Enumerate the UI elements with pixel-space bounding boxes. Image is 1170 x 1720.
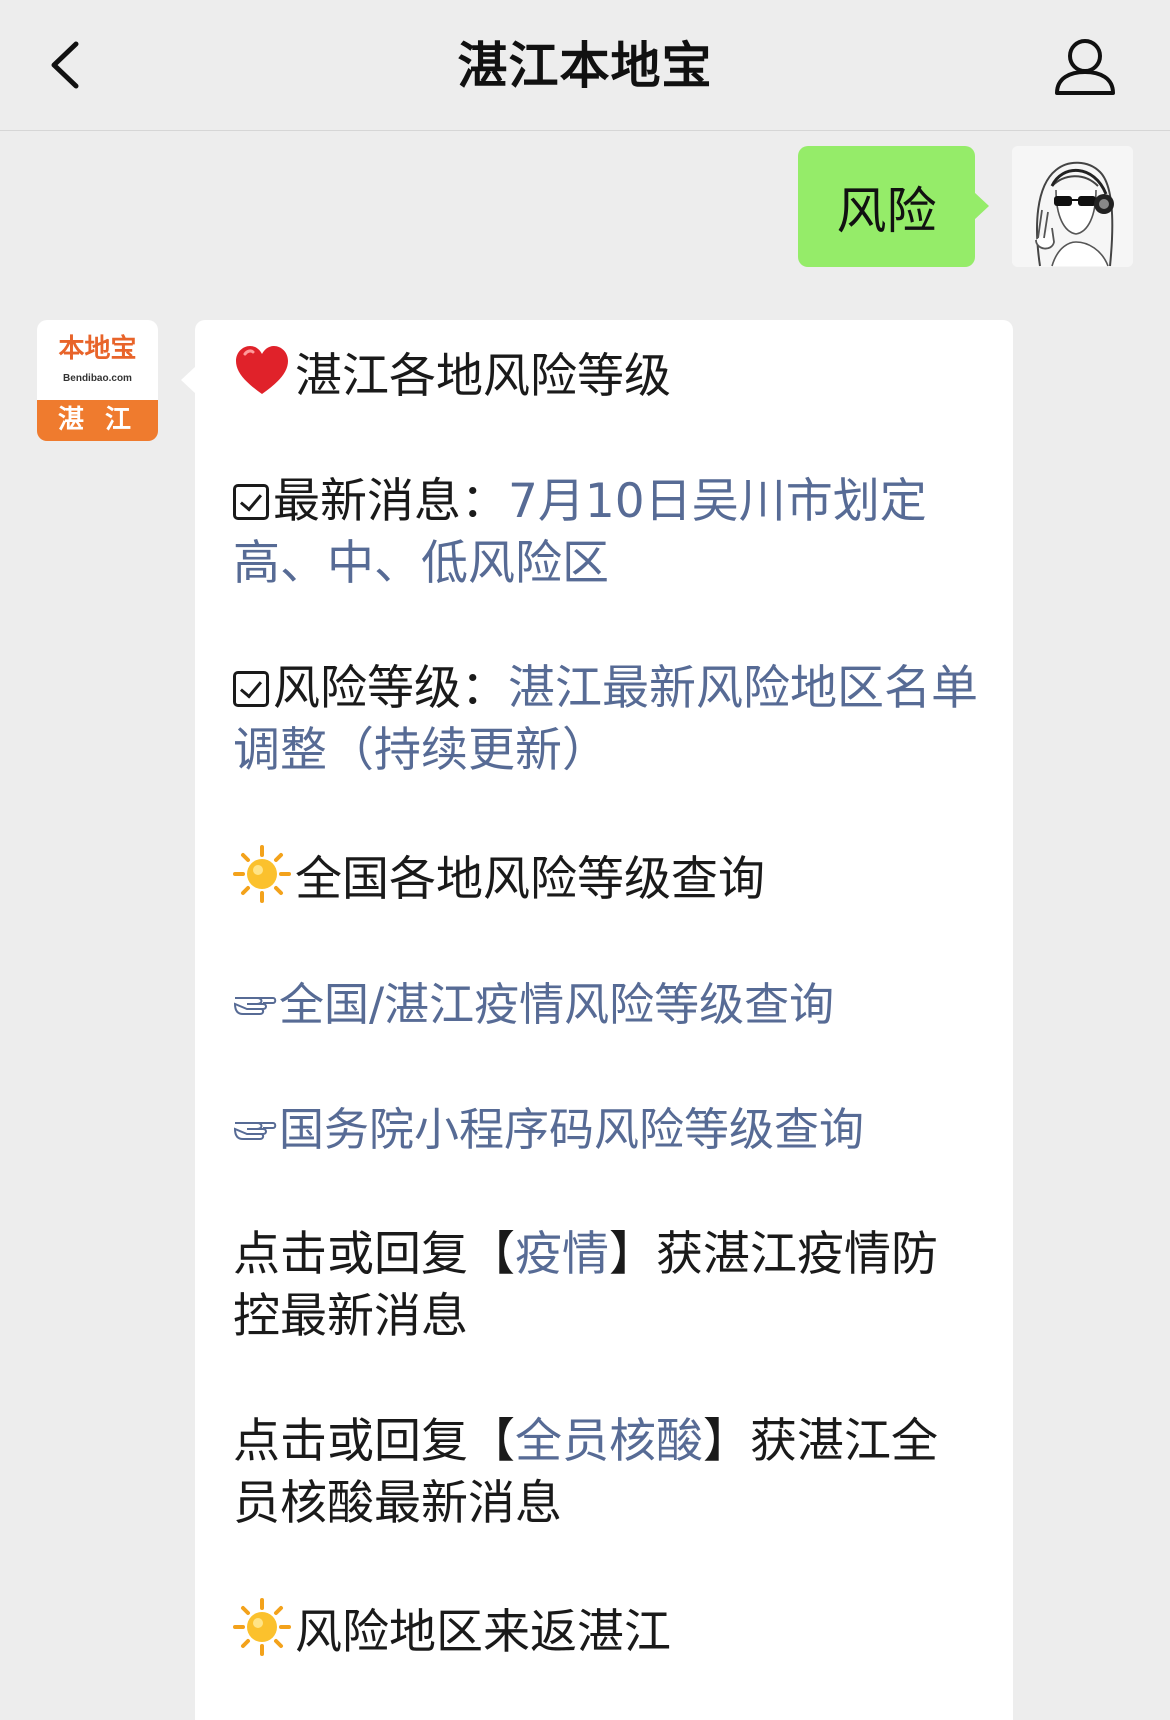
national-risk-query-link[interactable]: 全国/湛江疫情风险等级查询 xyxy=(279,978,834,1031)
pointing-hand-icon xyxy=(233,1122,277,1140)
pointing-hand-icon xyxy=(233,997,277,1015)
checkbox-icon xyxy=(233,671,269,707)
chevron-left-icon xyxy=(51,41,79,89)
profile-button[interactable] xyxy=(1050,32,1120,102)
state-council-link-row: 国务院小程序码风险等级查询 xyxy=(233,1099,983,1161)
outgoing-message-bubble[interactable]: 风险 xyxy=(798,146,989,267)
sun-icon xyxy=(233,1598,291,1656)
incoming-message-bubble: 湛江各地风险等级 最新消息：7月10日吴川市划定高、中、低风险区 风险等级：湛江… xyxy=(181,320,1013,1720)
back-button[interactable] xyxy=(40,34,100,94)
reply-nucleic-prefix: 点击或回复【 xyxy=(233,1414,515,1469)
heart-icon xyxy=(236,346,288,394)
bot-logo-text: 本地宝 xyxy=(58,334,137,364)
reply-epidemic-keyword-link[interactable]: 疫情 xyxy=(515,1227,609,1282)
national-query-link-row: 全国/湛江疫情风险等级查询 xyxy=(233,974,983,1036)
state-council-miniprogram-link[interactable]: 国务院小程序码风险等级查询 xyxy=(279,1103,864,1156)
outgoing-message-text: 风险 xyxy=(836,181,937,240)
nav-bar: 湛江本地宝 xyxy=(0,0,1170,131)
reply-epidemic-prefix: 点击或回复【 xyxy=(233,1227,515,1282)
sun-icon xyxy=(233,845,291,903)
national-query-text: 全国各地风险等级查询 xyxy=(295,852,765,907)
travel-text: 风险地区来返湛江 xyxy=(295,1605,671,1660)
heading-text: 湛江各地风险等级 xyxy=(295,349,671,404)
latest-news-line: 最新消息：7月10日吴川市划定高、中、低风险区 xyxy=(233,471,983,595)
bot-logo-city: 湛 江 xyxy=(37,400,158,441)
travel-line: 风险地区来返湛江 xyxy=(233,1598,983,1664)
latest-news-label: 最新消息： xyxy=(273,474,508,529)
reply-nucleic-keyword-link[interactable]: 全员核酸 xyxy=(515,1414,703,1469)
risk-level-line: 风险等级：湛江最新风险地区名单调整（持续更新） xyxy=(233,658,983,782)
anime-avatar-image xyxy=(1012,146,1133,267)
checkbox-icon xyxy=(233,484,269,520)
person-icon xyxy=(1055,39,1115,95)
reply-epidemic-line: 点击或回复【疫情】获湛江疫情防控最新消息 xyxy=(233,1224,983,1348)
reply-nucleic-line: 点击或回复【全员核酸】获湛江全员核酸最新消息 xyxy=(233,1411,983,1535)
chat-title: 湛江本地宝 xyxy=(457,37,713,95)
bot-logo-url: Bendibao.com xyxy=(63,373,132,384)
risk-level-label: 风险等级： xyxy=(273,661,508,716)
user-avatar[interactable] xyxy=(1012,146,1133,267)
national-query-line: 全国各地风险等级查询 xyxy=(233,845,983,911)
heading-line: 湛江各地风险等级 xyxy=(233,342,983,408)
bot-avatar[interactable]: 本地宝 Bendibao.com 湛 江 xyxy=(37,320,158,441)
